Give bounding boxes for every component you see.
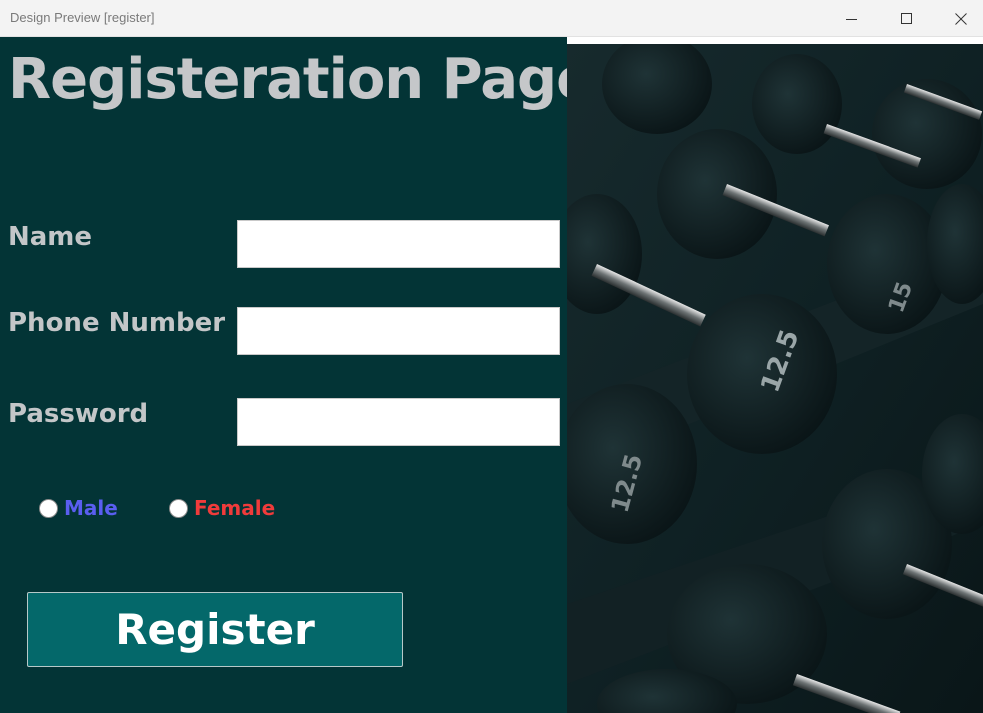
maximize-button[interactable] [884, 0, 930, 37]
password-label: Password [8, 399, 149, 429]
register-button[interactable]: Register [27, 592, 403, 667]
phone-number-input[interactable] [237, 307, 560, 355]
password-input[interactable] [237, 398, 560, 446]
maximize-icon [901, 12, 912, 24]
name-input[interactable] [237, 220, 560, 268]
close-icon [955, 12, 967, 25]
registration-form-panel: Registeration Page Name Phone Number Pas… [0, 37, 594, 713]
minimize-icon [846, 18, 857, 20]
female-label[interactable]: Female [194, 496, 275, 520]
close-button[interactable] [938, 0, 983, 37]
page-title: Registeration Page [8, 47, 594, 112]
female-radio[interactable] [169, 499, 188, 518]
dumbbells-illustration: 12.5 15 12.5 [567, 44, 983, 713]
male-label[interactable]: Male [64, 496, 118, 520]
window-title: Design Preview [register] [10, 10, 155, 25]
phone-number-label: Phone Number [8, 308, 226, 338]
minimize-button[interactable] [829, 0, 875, 37]
name-label: Name [8, 222, 93, 252]
window-title-bar: Design Preview [register] [0, 0, 983, 37]
male-radio[interactable] [39, 499, 58, 518]
dumbbells-image: 12.5 15 12.5 [567, 44, 983, 713]
